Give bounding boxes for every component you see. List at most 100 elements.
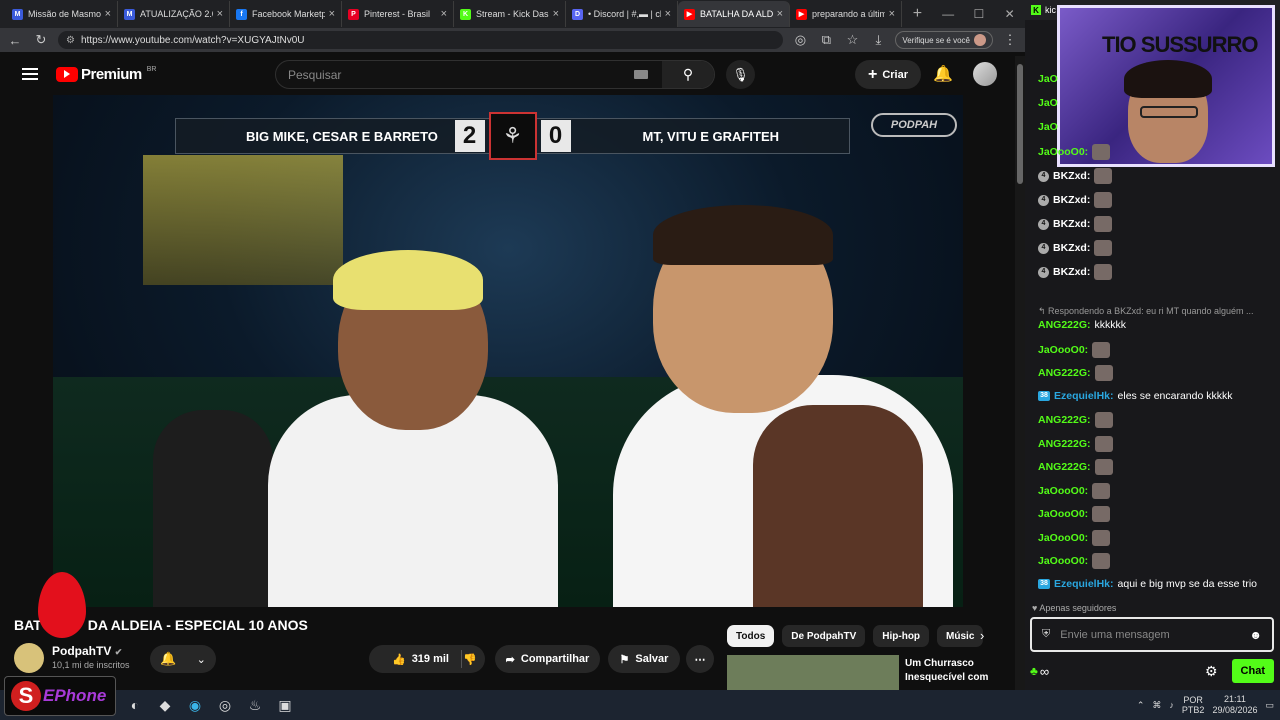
chat-message: 4 BKZxd: bbox=[1038, 216, 1113, 232]
video-player[interactable]: BIG MIKE, CESAR E BARRETO 2 ⚘ 0 MT, VITU… bbox=[53, 95, 963, 607]
filter-chip[interactable]: Músic bbox=[937, 625, 984, 647]
back-icon[interactable]: ← bbox=[6, 33, 24, 48]
menu-dots-icon[interactable]: ⋮ bbox=[1001, 32, 1019, 48]
app-icon-1[interactable]: ◐ bbox=[120, 694, 150, 716]
chat-username[interactable]: BKZxd: bbox=[1053, 217, 1090, 231]
close-tab-icon[interactable]: × bbox=[105, 8, 111, 20]
verify-profile-button[interactable]: Verifique se é você bbox=[895, 31, 993, 49]
chat-username[interactable]: BKZxd: bbox=[1053, 193, 1090, 207]
volume-icon[interactable]: ♪ bbox=[1169, 700, 1174, 710]
browser-tab[interactable]: P Pinterest - Brasil × bbox=[342, 1, 454, 27]
youtube-logo[interactable]: Premium BR bbox=[56, 66, 156, 83]
notifications-icon[interactable]: ▭ bbox=[1265, 700, 1274, 711]
site-info-icon[interactable]: ⚙ bbox=[66, 35, 75, 46]
browser-tab[interactable]: ▶ preparando a última... × bbox=[790, 1, 902, 27]
close-window-icon[interactable]: ✕ bbox=[994, 7, 1025, 21]
page-scrollbar[interactable] bbox=[1015, 56, 1025, 690]
close-tab-icon[interactable]: × bbox=[889, 8, 895, 20]
browser-tab[interactable]: D • Discord | #,▬ | ch... × bbox=[566, 1, 678, 27]
close-tab-icon[interactable]: × bbox=[553, 8, 559, 20]
chat-username[interactable]: JaO bbox=[1038, 96, 1058, 110]
browser-tab[interactable]: K Stream - Kick Dashboard × bbox=[454, 1, 566, 27]
download-icon[interactable]: ⤓ bbox=[869, 32, 887, 48]
channel-avatar[interactable] bbox=[14, 643, 44, 673]
chat-username[interactable]: JaOooO0: bbox=[1038, 554, 1088, 568]
chevron-right-icon[interactable]: › bbox=[980, 628, 984, 643]
channel-name[interactable]: PodpahTV ✔ bbox=[52, 644, 122, 658]
app-icon-2[interactable]: ◆ bbox=[150, 694, 180, 716]
recommended-title[interactable]: Um Churrasco Inesquecível com bbox=[905, 657, 1010, 685]
url-field[interactable]: ⚙ https://www.youtube.com/watch?v=XUGYAJ… bbox=[58, 31, 784, 49]
chat-username[interactable]: BKZxd: bbox=[1053, 169, 1090, 183]
subscription-bell-button[interactable]: 🔔 ⌄ bbox=[150, 645, 216, 673]
chat-username[interactable]: JaO bbox=[1038, 120, 1058, 134]
chat-username[interactable]: EzequielHk: bbox=[1054, 577, 1114, 591]
chat-username[interactable]: JaOooO0: bbox=[1038, 343, 1088, 357]
chat-message: ANG222G: bbox=[1038, 412, 1113, 428]
create-button[interactable]: + Criar bbox=[855, 60, 921, 89]
webcam-overlay: TIO SUSSURRO bbox=[1057, 5, 1275, 167]
chat-username[interactable]: JaOooO0: bbox=[1038, 531, 1088, 545]
emoji-icon[interactable]: ☻ bbox=[1249, 628, 1262, 642]
voice-search-button[interactable]: 🎙 bbox=[726, 60, 755, 89]
notifications-bell-icon[interactable]: 🔔 bbox=[933, 64, 953, 84]
maximize-icon[interactable]: ☐ bbox=[964, 7, 995, 21]
kick-points-icon[interactable]: ♣ bbox=[1030, 664, 1038, 678]
hamburger-menu-icon[interactable] bbox=[22, 65, 38, 83]
chat-username[interactable]: ANG222G: bbox=[1038, 437, 1091, 451]
chat-message: JaOooO0: bbox=[1038, 144, 1111, 160]
network-icon[interactable]: ⌘ bbox=[1152, 700, 1161, 711]
edge-browser-icon[interactable]: ◉ bbox=[180, 694, 210, 716]
reload-icon[interactable]: ↻ bbox=[32, 32, 50, 48]
save-button[interactable]: ⚑ Salvar bbox=[608, 645, 680, 673]
eye-icon[interactable]: ◎ bbox=[791, 32, 809, 48]
chat-username[interactable]: JaOooO0: bbox=[1038, 145, 1088, 159]
close-tab-icon[interactable]: × bbox=[329, 8, 335, 20]
chat-username[interactable]: JaO bbox=[1038, 72, 1058, 86]
keyboard-lang[interactable]: POR PTB2 bbox=[1182, 695, 1205, 715]
chat-username[interactable]: ANG222G: bbox=[1038, 413, 1091, 427]
send-chat-button[interactable]: Chat bbox=[1231, 659, 1274, 683]
dislike-button[interactable]: 👎 bbox=[455, 645, 485, 673]
search-input[interactable]: Pesquisar bbox=[276, 68, 634, 82]
filter-chip[interactable]: Hip-hop bbox=[873, 625, 930, 647]
browser-tab[interactable]: M Missão de Masmorra × bbox=[6, 1, 118, 27]
capcut-icon[interactable]: ▣ bbox=[270, 694, 300, 716]
new-tab-button[interactable]: + bbox=[902, 5, 933, 23]
search-button[interactable]: ⚲ bbox=[662, 61, 714, 88]
more-dots-icon: ⋯ bbox=[694, 653, 706, 666]
chat-username[interactable]: ANG222G: bbox=[1038, 366, 1091, 380]
search-bar[interactable]: Pesquisar ⚲ bbox=[275, 60, 715, 89]
browser-tab[interactable]: ▶ BATALHA DA ALDEIA × bbox=[678, 1, 790, 27]
browser-tab[interactable]: f Facebook Marketplace × bbox=[230, 1, 342, 27]
clock[interactable]: 21:11 29/08/2026 bbox=[1212, 694, 1257, 716]
close-tab-icon[interactable]: × bbox=[217, 8, 223, 20]
minimize-icon[interactable]: — bbox=[933, 7, 964, 21]
close-tab-icon[interactable]: × bbox=[441, 8, 447, 20]
chat-username[interactable]: ANG222G: bbox=[1038, 318, 1091, 332]
account-avatar[interactable] bbox=[973, 62, 997, 86]
chat-username[interactable]: BKZxd: bbox=[1053, 265, 1090, 279]
more-actions-button[interactable]: ⋯ bbox=[686, 645, 714, 673]
filter-chip[interactable]: Todos bbox=[727, 625, 775, 647]
scrollbar-thumb[interactable] bbox=[1017, 64, 1023, 184]
recommended-thumbnail[interactable] bbox=[727, 655, 899, 690]
tray-up-icon[interactable]: ⌃ bbox=[1137, 700, 1145, 711]
settings-gear-icon[interactable]: ⚙ bbox=[1205, 663, 1218, 680]
filter-chip[interactable]: De PodpahTV bbox=[782, 625, 866, 647]
bookmark-star-icon[interactable]: ☆ bbox=[843, 32, 861, 48]
app-icon-4[interactable]: ◎ bbox=[210, 694, 240, 716]
chat-username[interactable]: JaOooO0: bbox=[1038, 484, 1088, 498]
chat-username[interactable]: ANG222G: bbox=[1038, 460, 1091, 474]
close-tab-icon[interactable]: × bbox=[777, 8, 783, 20]
chat-username[interactable]: EzequielHk: bbox=[1054, 389, 1114, 403]
chat-username[interactable]: JaOooO0: bbox=[1038, 507, 1088, 521]
share-button[interactable]: ➦ Compartilhar bbox=[495, 645, 600, 673]
extension-icon[interactable]: ⧉ bbox=[817, 32, 835, 48]
keyboard-icon[interactable] bbox=[634, 70, 648, 79]
chat-username[interactable]: BKZxd: bbox=[1053, 241, 1090, 255]
close-tab-icon[interactable]: × bbox=[665, 8, 671, 20]
steam-icon[interactable]: ♨ bbox=[240, 694, 270, 716]
chat-input[interactable]: ⛨ Envie uma mensagem ☻ bbox=[1030, 617, 1274, 652]
browser-tab[interactable]: M ATUALIZAÇÃO 2.0 [Vi... × bbox=[118, 1, 230, 27]
